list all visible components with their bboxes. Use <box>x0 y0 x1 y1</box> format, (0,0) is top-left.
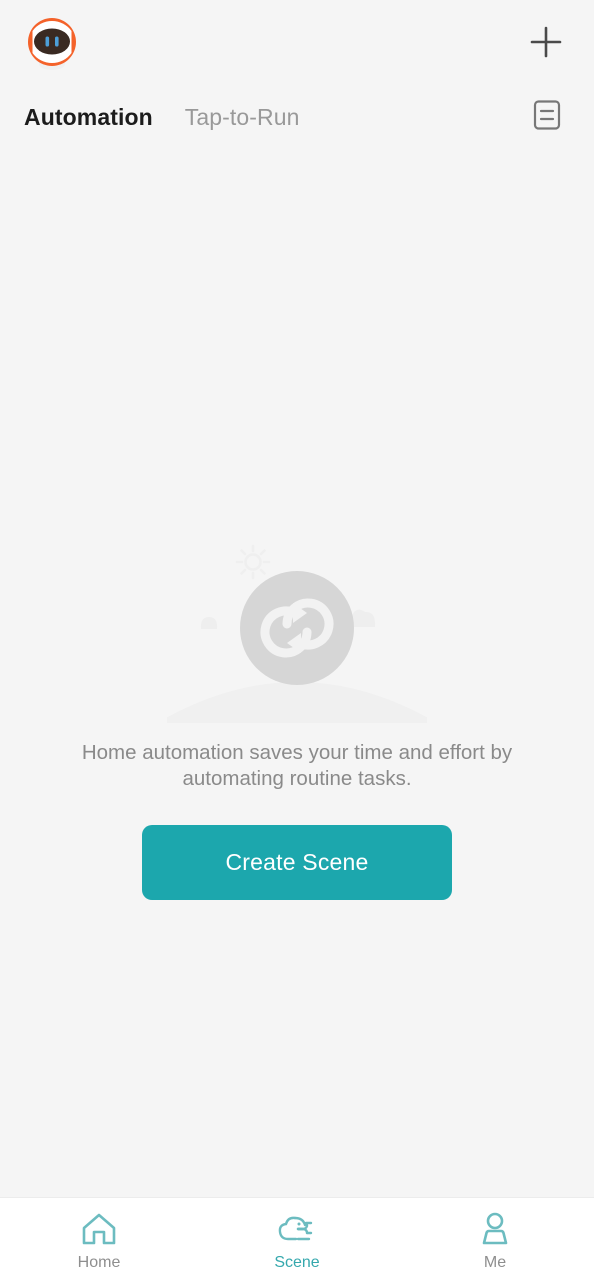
app-screen: Automation Tap-to-Run Home automation sa… <box>0 0 594 1280</box>
tab-tap-to-run[interactable]: Tap-to-Run <box>185 104 300 131</box>
nav-label-home: Home <box>77 1254 121 1271</box>
automation-loop-illustration-icon <box>157 533 437 723</box>
bottom-navigation: Home Scene Me <box>0 1197 594 1280</box>
tab-automation[interactable]: Automation <box>24 104 153 131</box>
tabs-row: Automation Tap-to-Run <box>0 86 594 148</box>
nav-label-scene: Scene <box>274 1254 320 1271</box>
empty-state-content: Home automation saves your time and effo… <box>0 148 594 1197</box>
house-icon <box>78 1208 120 1250</box>
nav-item-scene[interactable]: Scene <box>198 1208 396 1272</box>
log-records-button[interactable] <box>524 94 570 140</box>
create-scene-button[interactable]: Create Scene <box>142 825 452 900</box>
empty-state-message: Home automation saves your time and effo… <box>81 741 513 790</box>
cloud-scene-icon <box>276 1208 318 1250</box>
log-records-icon <box>532 99 562 136</box>
person-icon <box>474 1208 516 1250</box>
nav-label-me: Me <box>483 1254 507 1271</box>
plus-icon <box>529 25 563 64</box>
nav-item-home[interactable]: Home <box>0 1208 198 1272</box>
top-bar <box>0 0 594 86</box>
add-button[interactable] <box>520 18 572 70</box>
nav-item-me[interactable]: Me <box>396 1208 594 1272</box>
robot-face-logo-icon <box>24 14 80 72</box>
tab-list: Automation Tap-to-Run <box>24 86 300 148</box>
